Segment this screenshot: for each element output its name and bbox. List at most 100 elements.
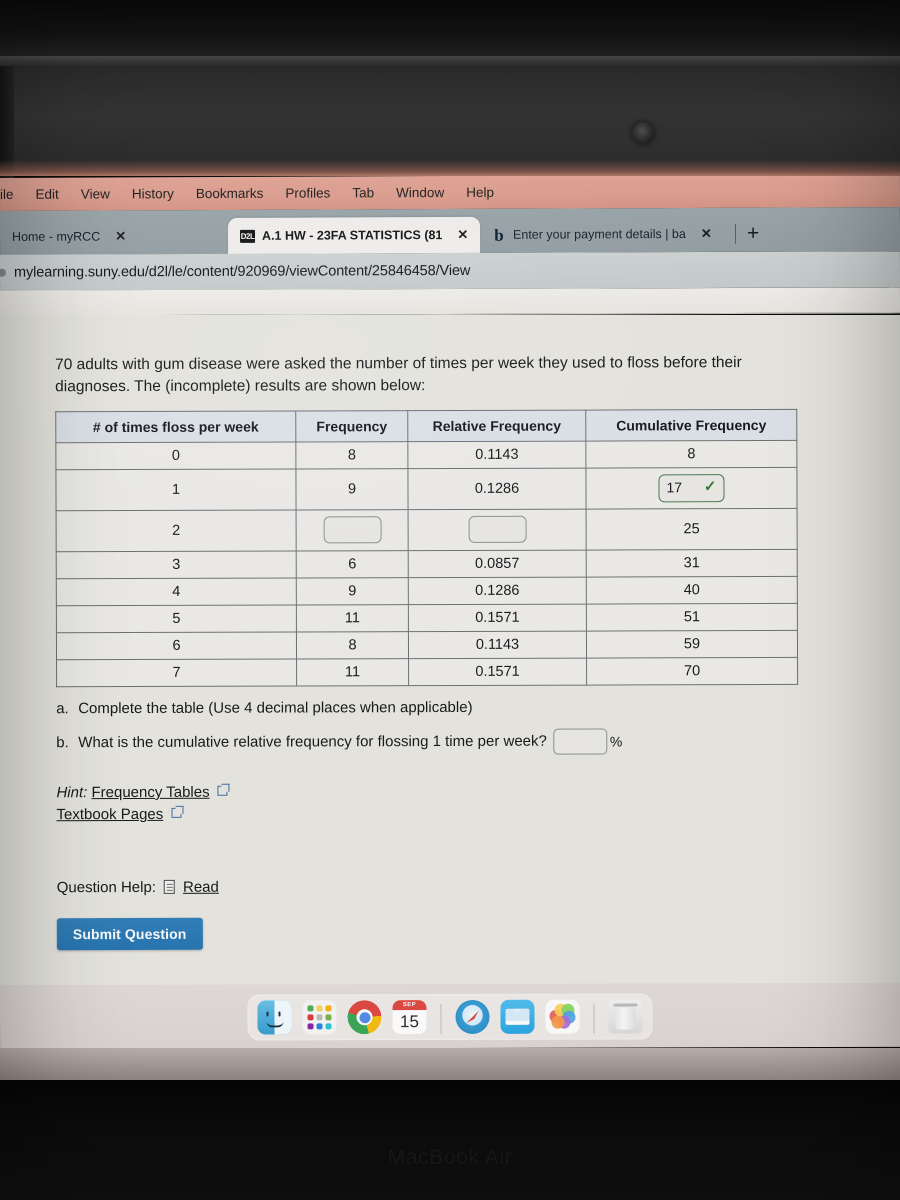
cell-cumulative-frequency: 59 [586, 630, 798, 659]
part-b-text: What is the cumulative relative frequenc… [78, 733, 547, 752]
dock-divider [593, 1003, 595, 1034]
external-link-icon [217, 785, 228, 796]
table-row: 0 8 0.1143 8 [55, 440, 797, 470]
hint-line-textbook-pages: Textbook Pages [56, 802, 810, 827]
cell-frequency: 8 [295, 441, 408, 469]
calendar-icon[interactable]: SEP 15 [392, 1000, 427, 1035]
trash-icon[interactable] [608, 999, 643, 1034]
part-b-answer-input[interactable] [552, 728, 607, 755]
mail-icon[interactable] [500, 999, 535, 1034]
finder-icon[interactable] [257, 1000, 292, 1035]
question-part-b: b. What is the cumulative relative frequ… [56, 728, 810, 756]
tab-title: A.1 HW - 23FA STATISTICS (81 [261, 228, 443, 243]
chrome-icon[interactable] [347, 1000, 382, 1035]
cell-cumulative-frequency: 70 [586, 657, 798, 686]
menu-item-profiles[interactable]: Profiles [274, 185, 341, 201]
table-row: 3 6 0.0857 31 [56, 549, 798, 579]
menu-item-edit[interactable]: Edit [24, 187, 69, 202]
hint-link-frequency-tables[interactable]: Frequency Tables [91, 784, 209, 801]
question-help-row: Question Help: Read [56, 877, 811, 897]
cell-x: 2 [56, 509, 297, 552]
laptop-lid-edge [0, 56, 900, 66]
cell-relative-frequency: 0.1286 [407, 468, 587, 510]
hint-label: Hint: [56, 784, 88, 802]
photos-icon[interactable] [545, 999, 580, 1034]
browser-tab-a1-hw-statistics[interactable]: D2L A.1 HW - 23FA STATISTICS (81 ✕ [227, 216, 481, 254]
cumulative-frequency-input-validated[interactable]: 17 ✓ [658, 474, 725, 503]
dock-divider [440, 1004, 442, 1035]
menu-item-bookmarks[interactable]: Bookmarks [185, 186, 275, 201]
table-row: 6 8 0.1143 59 [56, 630, 798, 660]
browser-address-bar[interactable]: mylearning.suny.edu/d2l/le/content/92096… [0, 251, 900, 291]
frequency-table: # of times floss per week Frequency Rela… [55, 408, 799, 688]
part-b-label: b. [56, 734, 69, 752]
column-header-frequency: Frequency [295, 410, 408, 442]
launchpad-icon[interactable] [302, 1000, 337, 1035]
frequency-input-empty[interactable] [323, 516, 382, 544]
browser-tab-payment-details[interactable]: b Enter your payment details | ba ✕ [480, 216, 730, 253]
question-help-label: Question Help: [56, 878, 157, 897]
macos-dock-area: SEP 15 [0, 982, 900, 1048]
table-row: 2 25 [56, 508, 798, 552]
safari-icon[interactable] [455, 999, 490, 1034]
screen-top-glow [0, 160, 900, 176]
tab-close-icon[interactable]: ✕ [115, 228, 126, 244]
hint-line-frequency-tables: Hint: Frequency Tables [56, 780, 810, 805]
column-header-relative-frequency: Relative Frequency [407, 410, 586, 442]
column-header-cumulative-frequency: Cumulative Frequency [585, 409, 797, 442]
cell-x: 1 [55, 468, 297, 511]
menu-item-tab[interactable]: Tab [341, 185, 385, 200]
cell-relative-frequency: 0.1143 [407, 441, 586, 469]
menu-item-window[interactable]: Window [385, 185, 455, 200]
page-content: 70 adults with gum disease were asked th… [0, 315, 900, 1015]
table-row: 5 11 0.1571 51 [56, 603, 798, 633]
cell-cumulative-frequency: 8 [585, 440, 797, 469]
menu-item-history[interactable]: History [121, 186, 185, 201]
relative-frequency-input-empty[interactable] [468, 516, 527, 544]
cell-cumulative-frequency: 51 [586, 603, 798, 632]
browser-tab-strip: Home - myRCC ✕ D2L A.1 HW - 23FA STATIST… [0, 207, 900, 255]
menu-item-file[interactable]: ile [0, 187, 25, 202]
cell-relative-frequency: 0.1571 [408, 604, 587, 632]
cell-relative-frequency [408, 509, 587, 551]
calendar-day: 15 [400, 1012, 419, 1032]
device-brand-label: MacBook Air [387, 1146, 513, 1169]
url-text: mylearning.suny.edu/d2l/le/content/92096… [13, 262, 471, 281]
laptop-screen: ile Edit View History Bookmarks Profiles… [0, 176, 900, 1048]
cell-x: 0 [55, 441, 296, 470]
submit-question-button[interactable]: Submit Question [56, 917, 203, 951]
cell-relative-frequency: 0.0857 [408, 550, 587, 578]
cell-frequency: 6 [296, 550, 409, 578]
new-tab-button[interactable]: + [745, 222, 769, 252]
tab-close-icon[interactable]: ✕ [701, 226, 712, 242]
tab-divider [734, 223, 737, 244]
cell-x: 5 [56, 604, 297, 633]
cell-frequency: 9 [295, 468, 409, 510]
d2l-favicon-icon: D2L [239, 229, 256, 243]
question-prompt: 70 adults with gum disease were asked th… [55, 354, 742, 396]
cell-cumulative-frequency: 31 [586, 549, 798, 578]
site-info-icon[interactable] [0, 268, 7, 277]
cell-frequency: 8 [296, 631, 409, 659]
question-part-a: a. Complete the table (Use 4 decimal pla… [56, 698, 810, 717]
table-row: 4 9 0.1286 40 [56, 576, 798, 606]
menu-item-help[interactable]: Help [455, 185, 505, 200]
laptop-photo: ile Edit View History Bookmarks Profiles… [0, 0, 900, 1200]
table-header-row: # of times floss per week Frequency Rela… [55, 409, 797, 443]
external-link-icon [171, 808, 182, 819]
cell-x: 4 [56, 577, 297, 606]
hint-block: Hint: Frequency Tables Textbook Pages [56, 780, 810, 827]
hint-link-textbook-pages[interactable]: Textbook Pages [56, 806, 163, 823]
question-help-read-link[interactable]: Read [183, 879, 219, 896]
cell-relative-frequency: 0.1143 [408, 631, 587, 659]
browser-tab-home-myrcc[interactable]: Home - myRCC ✕ [0, 218, 228, 255]
cell-cumulative-frequency: 40 [586, 576, 798, 605]
cell-frequency: 11 [296, 604, 409, 632]
check-icon: ✓ [703, 478, 717, 496]
menu-item-view[interactable]: View [70, 186, 121, 201]
tab-close-icon[interactable]: ✕ [457, 227, 468, 243]
document-icon [163, 880, 175, 895]
cell-frequency: 9 [296, 577, 409, 605]
cell-x: 3 [56, 550, 297, 579]
percent-unit-label: % [609, 733, 623, 750]
